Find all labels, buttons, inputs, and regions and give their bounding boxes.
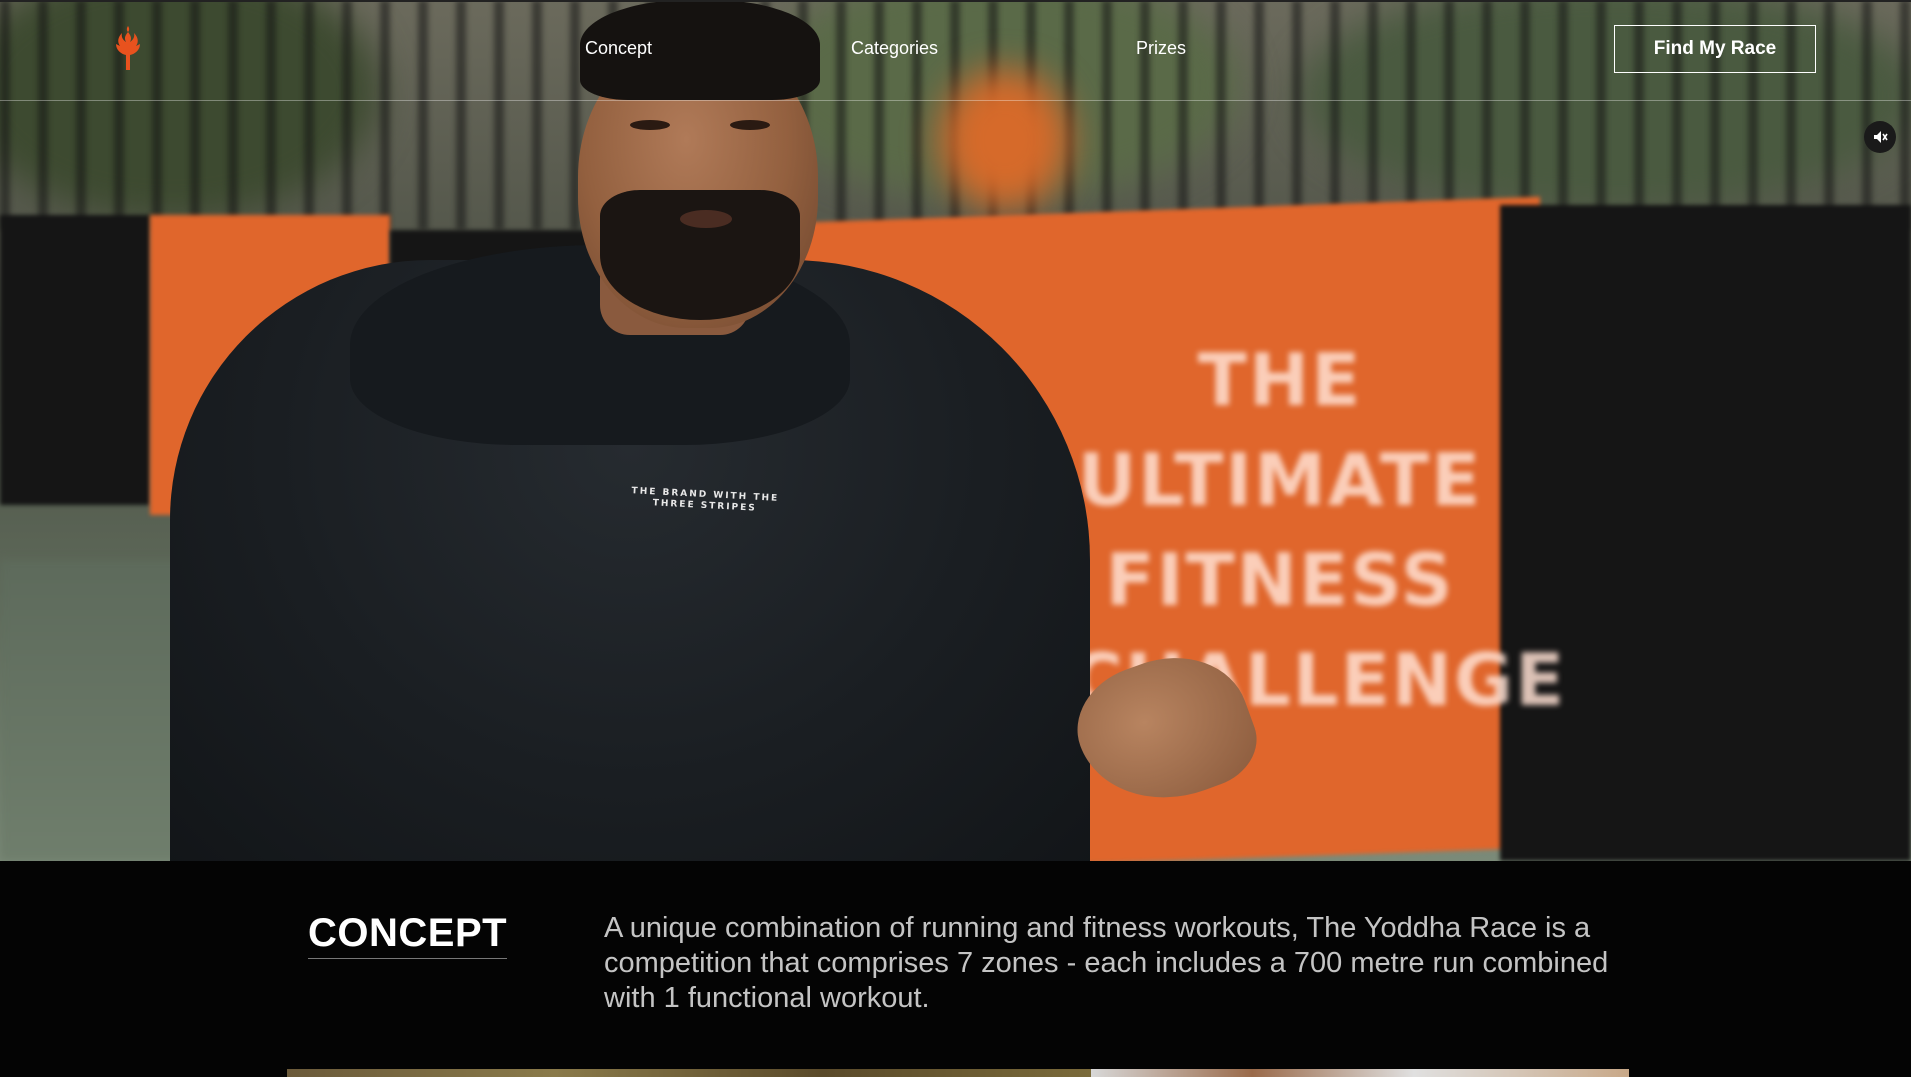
background-banner — [0, 215, 150, 505]
nav-link-concept[interactable]: Concept — [585, 38, 652, 59]
top-border — [0, 0, 1911, 2]
gallery-image — [1091, 1069, 1629, 1077]
concept-description: A unique combination of running and fitn… — [604, 912, 1609, 1014]
nav-link-categories[interactable]: Categories — [851, 38, 938, 59]
hero-person: THE BRAND WITH THE THREE STRIPES — [160, 0, 1269, 861]
volume-muted-icon — [1874, 131, 1888, 143]
concept-section: CONCEPT A unique combination of running … — [0, 861, 1911, 1077]
flame-logo-icon — [116, 26, 140, 70]
eye — [730, 120, 770, 130]
hero-video: THE ULTIMATE FITNESS CHALLENGE THE BRAND… — [0, 0, 1911, 861]
concept-heading: CONCEPT — [308, 911, 508, 959]
background-banner — [1500, 205, 1911, 861]
image-gallery — [287, 1069, 1629, 1077]
nav-link-prizes[interactable]: Prizes — [1136, 38, 1186, 59]
mouth — [680, 210, 732, 228]
yoddha-logo-icon[interactable] — [108, 24, 148, 72]
mute-toggle-button[interactable] — [1864, 121, 1896, 153]
find-my-race-button[interactable]: Find My Race — [1614, 25, 1816, 73]
top-navigation: Concept Categories Prizes Find My Race — [0, 0, 1911, 101]
gallery-image — [287, 1069, 1091, 1077]
eye — [630, 120, 670, 130]
